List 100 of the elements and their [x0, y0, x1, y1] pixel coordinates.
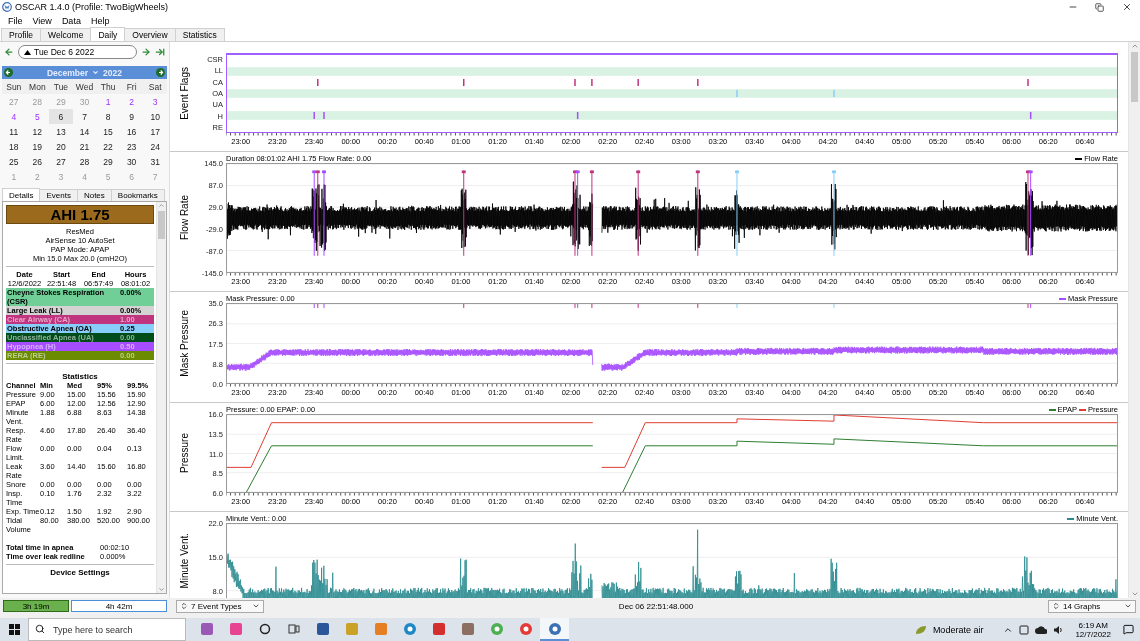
calendar-day[interactable]: 21	[72, 139, 97, 154]
calendar-day[interactable]: 17	[143, 124, 167, 139]
session-bar[interactable]: 4h 42m	[71, 600, 167, 612]
calendar-day[interactable]: 8	[96, 109, 120, 124]
timestamp-text: Dec 06 22:51:48.000	[617, 601, 695, 611]
triangle-icon	[24, 49, 31, 55]
calendar-day[interactable]: 7	[72, 109, 97, 124]
restore-icon	[1095, 2, 1104, 12]
calendar-day[interactable]: 13	[49, 124, 73, 139]
tab[interactable]: Details	[2, 188, 41, 201]
event-marker	[637, 304, 639, 309]
calendar-day[interactable]: 29	[96, 154, 120, 169]
weekday-label: Wed	[72, 79, 97, 94]
round-app-icon	[489, 621, 504, 636]
calendar-day[interactable]: 10	[143, 109, 167, 124]
chart-title: Minute Vent.	[178, 533, 190, 589]
calendar-day[interactable]: 28	[72, 154, 97, 169]
calendar-day[interactable]: 14	[72, 124, 97, 139]
app-icon	[431, 621, 446, 636]
calendar-day[interactable]: 18	[2, 139, 26, 154]
app-icon	[373, 621, 388, 636]
calendar-day[interactable]: 25	[2, 154, 26, 169]
calendar-day[interactable]: 11	[2, 124, 26, 139]
event-flag-mark	[591, 78, 593, 87]
tab[interactable]: Statistics	[174, 28, 225, 41]
tab[interactable]: Daily	[90, 27, 126, 41]
chart-title: Pressure	[178, 433, 190, 474]
event-marker	[463, 304, 465, 309]
previous-month-button[interactable]	[4, 68, 13, 77]
calendar-day[interactable]: 20	[49, 139, 73, 154]
next-month-button[interactable]	[156, 68, 165, 77]
tab[interactable]: Welcome	[40, 28, 92, 41]
search-icon	[35, 624, 45, 634]
chart-title: Flow Rate	[178, 195, 190, 241]
menu-item[interactable]: Data	[56, 16, 86, 26]
chart-title: Mask Pressure	[178, 310, 190, 377]
calendar-day[interactable]: 9	[119, 109, 144, 124]
speaker-icon[interactable]	[1053, 624, 1064, 635]
calendar-day[interactable]: 23	[119, 139, 144, 154]
notification-icon[interactable]	[1123, 624, 1134, 635]
event-flag-mark	[736, 89, 738, 98]
calendar-day[interactable]: 3	[143, 94, 167, 109]
event-flag-mark	[833, 89, 835, 98]
calendar-day[interactable]: 16	[119, 124, 144, 139]
vertical-scrollbar[interactable]	[156, 202, 166, 593]
cloud-icon[interactable]	[1035, 625, 1048, 634]
menu-item[interactable]: Help	[85, 16, 115, 26]
clock-time: 6:19 AM	[1078, 620, 1108, 630]
graphs-dropdown[interactable]: 14 Graphs	[1048, 599, 1136, 613]
calendar-day[interactable]: 31	[143, 154, 167, 169]
event-types-dropdown[interactable]: 7 Event Types	[176, 599, 264, 613]
calendar-day[interactable]: 4	[2, 109, 26, 124]
calendar-day[interactable]: 2	[119, 94, 144, 109]
last-day-button[interactable]	[155, 47, 165, 57]
session-bar[interactable]: 3h 19m	[3, 600, 69, 612]
calendar-day[interactable]: 30	[119, 154, 144, 169]
calendar-day[interactable]: 1	[96, 94, 120, 109]
scroll-down-icon	[1130, 590, 1139, 598]
menu-item[interactable]: File	[3, 16, 28, 26]
app-icon	[460, 621, 475, 636]
event-flag-mark	[463, 78, 465, 87]
calendar-day[interactable]: 19	[25, 139, 50, 154]
section-title: Statistics	[61, 372, 99, 381]
scrollbar-thumb[interactable]	[158, 211, 165, 239]
app-icon	[228, 621, 243, 636]
calendar-day[interactable]: 27	[49, 154, 73, 169]
next-day-button[interactable]	[141, 47, 151, 57]
vertical-scrollbar[interactable]	[1128, 42, 1140, 598]
tab[interactable]: Events	[39, 189, 78, 201]
tab[interactable]: Notes	[76, 189, 112, 201]
weekday-label: Thu	[96, 79, 120, 94]
calendar-day[interactable]: 24	[143, 139, 167, 154]
round-app-icon	[518, 621, 533, 636]
scrollbar-thumb[interactable]	[1130, 52, 1139, 102]
tab[interactable]: Profile	[1, 28, 42, 41]
date-field[interactable]: Tue Dec 6 2022	[18, 45, 137, 59]
calendar-day[interactable]: 15	[96, 124, 120, 139]
event-flag-mark	[697, 78, 699, 87]
tab[interactable]: Bookmarks	[110, 189, 165, 201]
menu-item[interactable]: View	[27, 16, 57, 26]
window-title: OSCAR 1.4.0 (Profile: TwoBigWheels)	[15, 2, 168, 12]
round-app-icon	[402, 621, 417, 636]
event-marker	[317, 304, 319, 309]
calendar-day[interactable]: 22	[96, 139, 120, 154]
tray-icon[interactable]	[1019, 624, 1030, 635]
tab[interactable]: Overview	[124, 28, 176, 41]
previous-day-button[interactable]	[4, 47, 14, 57]
chart-title: Event Flags	[178, 66, 190, 120]
weekday-label: Fri	[119, 79, 144, 94]
clock-date: 12/7/2022	[1075, 629, 1111, 639]
taskbar-app-button[interactable]	[540, 618, 569, 641]
calendar-day[interactable]: 5	[25, 109, 50, 124]
search-field[interactable]: Type here to search	[28, 618, 186, 641]
calendar-day[interactable]: 12	[25, 124, 50, 139]
app-icon	[344, 621, 359, 636]
up-down-icon	[180, 602, 188, 610]
calendar-day[interactable]: 26	[25, 154, 50, 169]
weekday-label: Sat	[143, 79, 167, 94]
round-app-icon	[547, 621, 562, 636]
calendar-day[interactable]: 6	[49, 109, 73, 124]
